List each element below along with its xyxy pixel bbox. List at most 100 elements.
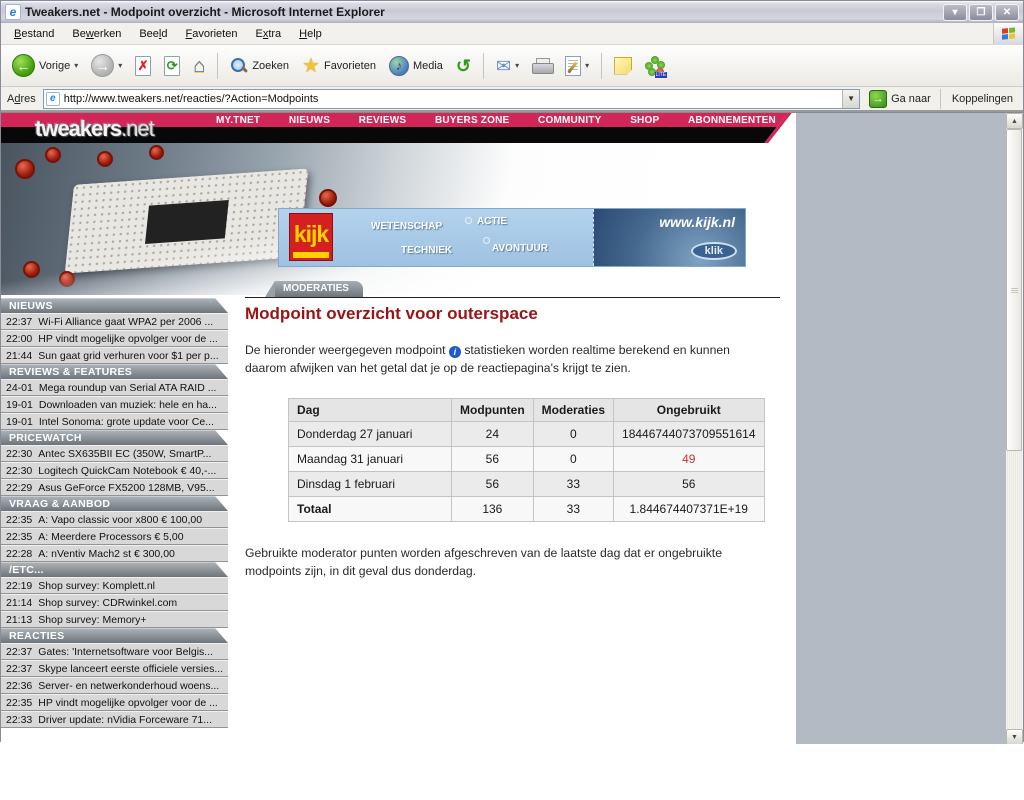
list-item[interactable]: 21:44 Sun gaat grid verhuren voor $1 per … <box>1 347 228 364</box>
edit-icon <box>565 55 582 76</box>
divider <box>245 297 780 298</box>
url-text[interactable]: http://www.tweakers.net/reacties/?Action… <box>64 93 842 105</box>
list-item[interactable]: 22:37 Skype lanceert eerste officiele ver… <box>1 660 228 677</box>
list-item[interactable]: 22:00 HP vindt mogelijke opvolger voor de… <box>1 330 228 347</box>
home-button[interactable]: ⌂ <box>188 53 210 79</box>
toolbar-separator <box>601 52 603 79</box>
list-item[interactable]: 22:37 Gates: 'Internetsoftware voor Belgi… <box>1 643 228 660</box>
scroll-up-button[interactable]: ▲ <box>1006 113 1023 129</box>
chevron-down-icon[interactable]: ▾ <box>515 61 519 70</box>
cell-dag: Maandag 31 januari <box>288 446 452 472</box>
list-item[interactable]: 22:35 A: Vapo classic voor x800 € 100,00 <box>1 511 228 528</box>
titlebar[interactable]: e Tweakers.net - Modpoint overzicht - Mi… <box>1 1 1023 23</box>
media-button[interactable]: ♪ Media <box>384 53 448 79</box>
history-button[interactable]: ↺ <box>451 54 476 78</box>
chevron-down-icon[interactable]: ▾ <box>585 61 589 70</box>
sidebar-section-pricewatch[interactable]: PRICEWATCH <box>1 430 228 445</box>
nav-item[interactable]: ABONNEMENTEN <box>688 115 776 126</box>
tab-moderaties[interactable]: MODERATIES <box>265 281 363 297</box>
addressbar-separator <box>939 88 941 109</box>
print-button[interactable] <box>527 55 557 77</box>
site-logo[interactable]: tweakers.net <box>35 116 155 142</box>
vertical-scrollbar[interactable]: ▲ ▼ <box>1006 113 1023 744</box>
mail-button[interactable]: ✉ ▾ <box>491 54 524 78</box>
list-item[interactable]: 22:30 Logitech QuickCam Notebook € 40,-..… <box>1 462 228 479</box>
menu-item[interactable]: Bewerken <box>63 25 130 43</box>
sidebar-section-nieuws[interactable]: NIEUWS <box>1 298 228 313</box>
capacitor-graphic <box>149 145 164 160</box>
list-item[interactable]: 21:13 Shop survey: Memory+ <box>1 611 228 628</box>
icq-button[interactable]: LITE <box>640 53 670 79</box>
list-item[interactable]: 22:35 HP vindt mogelijke opvolger voor de… <box>1 694 228 711</box>
search-button[interactable]: Zoeken <box>225 54 294 78</box>
cell-moderaties: 33 <box>532 496 615 522</box>
note-text: Gebruikte moderator punten worden afgesc… <box>245 546 722 579</box>
list-item[interactable]: 22:35 A: Meerdere Processors € 5,00 <box>1 528 228 545</box>
nav-item[interactable]: REVIEWS <box>359 115 407 126</box>
menu-item[interactable]: Bestand <box>5 25 63 43</box>
menu-item[interactable]: Help <box>290 25 331 43</box>
banner-klik-button[interactable]: klik <box>690 242 737 260</box>
sidebar-section-vraag-aanbod[interactable]: VRAAG & AANBOD <box>1 496 228 511</box>
sidebar-section-reacties[interactable]: REACTIES <box>1 628 228 643</box>
chevron-down-icon[interactable]: ▾ <box>74 61 78 70</box>
scroll-down-button[interactable]: ▼ <box>1006 729 1023 744</box>
cell-ongebruikt: 1.844674407371E+19 <box>613 496 765 522</box>
address-input[interactable]: e http://www.tweakers.net/reacties/?Acti… <box>42 88 861 109</box>
scrollbar-track[interactable] <box>1006 129 1023 729</box>
forward-button[interactable]: → ▾ <box>86 51 127 80</box>
nav-item[interactable]: NIEUWS <box>289 115 330 126</box>
sidebar-section-etc[interactable]: /ETC... <box>1 562 228 577</box>
scrollbar-thumb[interactable] <box>1006 129 1022 451</box>
favorites-button[interactable]: ★ Favorieten <box>297 53 381 79</box>
menu-items: Bestand Bewerken Beeld Favorieten Extra Help <box>1 25 993 43</box>
banner-label: TECHNIEK <box>401 245 453 256</box>
list-item[interactable]: 22:37 Wi-Fi Alliance gaat WPA2 per 2006 .… <box>1 313 228 330</box>
list-item[interactable]: 22:36 Server- en netwerkonderhoud woens..… <box>1 677 228 694</box>
table-row: Dinsdag 1 februari 56 33 56 <box>288 471 765 497</box>
links-label[interactable]: Koppelingen <box>946 93 1019 105</box>
nav-item[interactable]: COMMUNITY <box>538 115 601 126</box>
list-item[interactable]: 22:30 Antec SX635BII EC (350W, SmartP... <box>1 445 228 462</box>
info-icon[interactable]: i <box>448 346 461 358</box>
list-item[interactable]: 22:19 Shop survey: Komplett.nl <box>1 577 228 594</box>
go-button[interactable]: → Ga naar <box>865 89 935 108</box>
browser-viewport: MY.TNET NIEUWS REVIEWS BUYERS ZONE COMMUNITY… <box>1 112 1023 744</box>
list-item[interactable]: 24-01 Mega roundup van Serial ATA RAID ..… <box>1 379 228 396</box>
edit-button[interactable]: ▾ <box>560 53 594 79</box>
list-item[interactable]: 22:29 Asus GeForce FX5200 128MB, V95... <box>1 479 228 496</box>
stop-button[interactable]: ✗ <box>130 53 156 79</box>
cell-moderaties: 33 <box>532 471 615 497</box>
intro-text: De hieronder weergegeven modpoint i stat… <box>245 343 730 376</box>
list-item[interactable]: 22:28 A: nVentiv Mach2 st € 300,00 <box>1 545 228 562</box>
list-item[interactable]: 21:14 Shop survey: CDRwinkel.com <box>1 594 228 611</box>
banner-ad[interactable]: kijk WETENSCHAP TECHNIEK ACTIE AVONTUUR … <box>278 208 746 267</box>
windows-logo <box>993 22 1023 45</box>
addressbar: Adres e http://www.tweakers.net/reacties… <box>1 87 1023 112</box>
sticky-note-icon <box>614 56 633 75</box>
menu-item[interactable]: Extra <box>246 25 290 43</box>
menu-item[interactable]: Beeld <box>130 25 176 43</box>
menu-item[interactable]: Favorieten <box>176 25 246 43</box>
list-item[interactable]: 19-01 Downloaden van muziek: hele en ha..… <box>1 396 228 413</box>
restore-button[interactable]: ❐ <box>969 3 993 21</box>
go-label: Ga naar <box>891 92 931 105</box>
notes-button[interactable] <box>609 54 637 78</box>
history-icon: ↺ <box>455 55 472 76</box>
minimize-button[interactable]: ▾ <box>943 3 967 21</box>
back-label: Vorige <box>39 59 71 72</box>
refresh-button[interactable]: ⟳ <box>159 53 185 79</box>
column-header: Moderaties <box>532 398 615 422</box>
nav-item[interactable]: MY.TNET <box>216 115 260 126</box>
nav-item[interactable]: BUYERS ZONE <box>435 115 509 126</box>
sidebar-section-reviews[interactable]: REVIEWS & FEATURES <box>1 364 228 379</box>
back-button[interactable]: ← Vorige ▾ <box>7 51 83 80</box>
star-icon: ★ <box>302 54 320 77</box>
address-dropdown-button[interactable]: ▼ <box>842 89 860 108</box>
print-icon <box>532 57 555 74</box>
list-item[interactable]: 19-01 Intel Sonoma: grote update voor Ce.… <box>1 413 228 430</box>
banner-bullet <box>465 217 472 224</box>
list-item[interactable]: 22:33 Driver update: nVidia Forceware 71.… <box>1 711 228 728</box>
nav-item[interactable]: SHOP <box>630 115 659 126</box>
close-button[interactable]: ✕ <box>995 3 1019 21</box>
